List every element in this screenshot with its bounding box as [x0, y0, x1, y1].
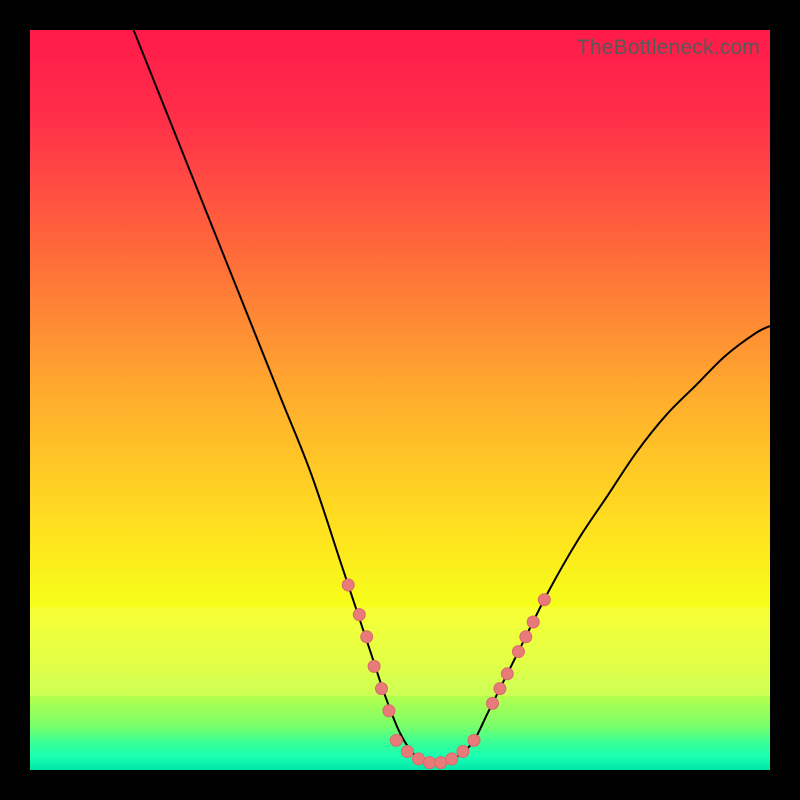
curve-marker-dot	[501, 668, 513, 680]
bottleneck-curve	[134, 30, 770, 764]
curve-marker-dot	[361, 631, 373, 643]
curve-marker-dot	[468, 734, 480, 746]
curve-marker-dot	[512, 646, 524, 658]
curve-marker-dot	[383, 705, 395, 717]
curve-marker-dot	[390, 734, 402, 746]
chart-svg	[30, 30, 770, 770]
curve-marker-dot	[538, 594, 550, 606]
curve-markers	[342, 579, 550, 769]
curve-marker-dot	[342, 579, 354, 591]
curve-marker-dot	[520, 631, 532, 643]
plot-frame: TheBottleneck.com	[30, 30, 770, 770]
curve-marker-dot	[401, 746, 413, 758]
curve-marker-dot	[353, 609, 365, 621]
curve-marker-dot	[487, 697, 499, 709]
curve-marker-dot	[376, 683, 388, 695]
curve-marker-dot	[494, 683, 506, 695]
curve-marker-dot	[446, 753, 458, 765]
curve-marker-dot	[435, 757, 447, 769]
plot-area: TheBottleneck.com	[30, 30, 770, 770]
curve-marker-dot	[413, 753, 425, 765]
watermark-text: TheBottleneck.com	[577, 36, 760, 60]
curve-marker-dot	[457, 746, 469, 758]
curve-marker-dot	[368, 660, 380, 672]
curve-marker-dot	[424, 757, 436, 769]
curve-marker-dot	[527, 616, 539, 628]
